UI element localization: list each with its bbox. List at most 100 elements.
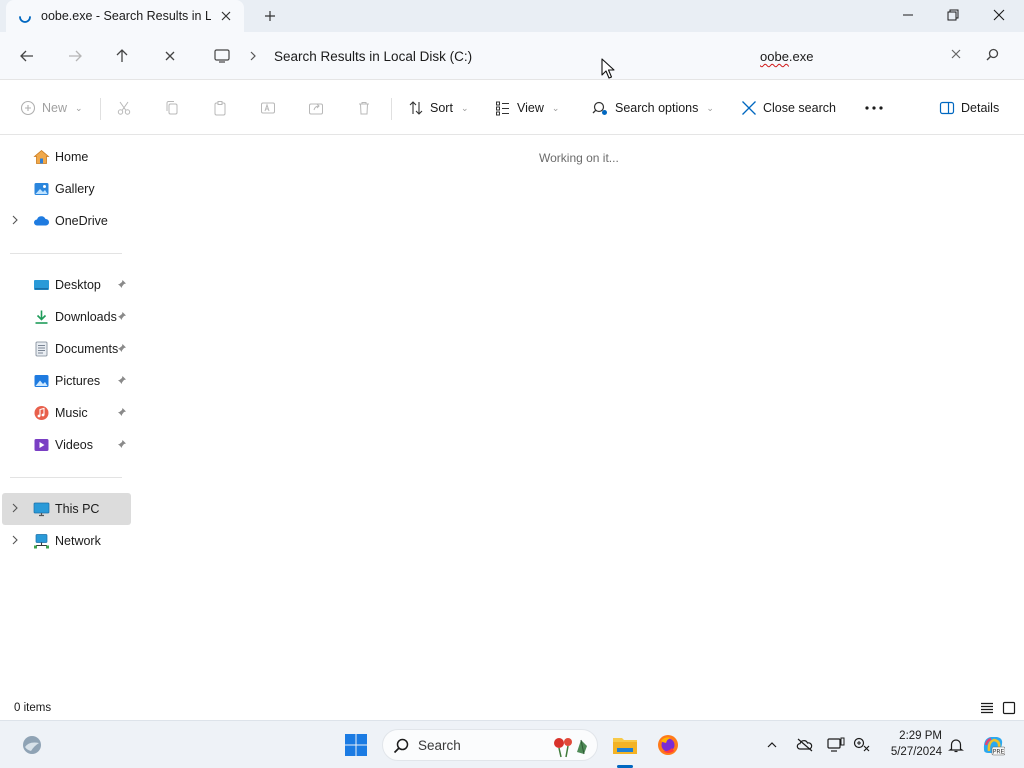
chevron-right-icon[interactable]: [248, 51, 258, 61]
sidebar-item-pictures[interactable]: Pictures: [0, 365, 131, 397]
downloads-icon: [33, 309, 50, 325]
this-pc-icon: [33, 501, 50, 517]
sidebar-item-documents[interactable]: Documents: [0, 333, 131, 365]
network-icon: [33, 533, 50, 549]
search-highlight-flowers-icon: [551, 734, 593, 758]
pin-icon[interactable]: [117, 375, 127, 385]
sidebar-item-home[interactable]: Home: [0, 141, 131, 173]
close-search-icon: [742, 101, 756, 115]
pin-icon[interactable]: [117, 311, 127, 321]
sidebar-item-downloads[interactable]: Downloads: [0, 301, 131, 333]
taskbar-search-box[interactable]: Search: [382, 729, 598, 761]
clear-search-icon[interactable]: [950, 48, 962, 60]
active-tab[interactable]: oobe.exe - Search Results in Local Disk …: [6, 0, 244, 33]
forward-button[interactable]: [65, 46, 85, 66]
svg-text:PRE: PRE: [993, 749, 1005, 756]
details-pane-icon: [939, 101, 955, 115]
sidebar-item-desktop[interactable]: Desktop: [0, 269, 131, 301]
large-icons-view-icon[interactable]: [1002, 701, 1016, 715]
more-icon: [865, 106, 883, 110]
music-icon: [33, 405, 50, 421]
restore-button[interactable]: [930, 0, 976, 30]
system-clock[interactable]: 2:29 PM 5/27/2024: [880, 728, 942, 760]
widgets-icon[interactable]: [16, 729, 48, 761]
nav-divider: [10, 477, 122, 478]
new-tab-icon[interactable]: [262, 8, 278, 24]
share-icon: [309, 103, 323, 115]
desktop-icon: [33, 277, 50, 293]
delete-button[interactable]: [356, 97, 372, 119]
firefox-icon[interactable]: [652, 729, 684, 761]
separator: [100, 98, 101, 120]
pin-icon[interactable]: [117, 407, 127, 417]
separator: [391, 98, 392, 120]
copy-button[interactable]: [164, 97, 180, 119]
sidebar-item-gallery[interactable]: Gallery: [0, 173, 131, 205]
onedrive-offline-icon[interactable]: [795, 735, 815, 755]
stop-button[interactable]: [160, 46, 180, 66]
close-search-button[interactable]: Close search: [741, 97, 836, 119]
breadcrumb[interactable]: Search Results in Local Disk (C:): [274, 49, 472, 64]
copilot-icon[interactable]: PRE: [980, 735, 1006, 756]
display-icon[interactable]: [826, 735, 846, 755]
sort-button[interactable]: Sort ⌄: [408, 97, 468, 119]
videos-icon: [33, 437, 50, 453]
taskbar: Search 2:29 PM 5/27/2024 PRE: [0, 720, 1024, 768]
scissors-icon: [117, 101, 131, 115]
new-button[interactable]: New ⌄: [20, 97, 83, 119]
trash-icon: [359, 102, 369, 115]
pin-icon[interactable]: [117, 279, 127, 289]
chevron-right-icon[interactable]: [10, 214, 20, 226]
documents-icon: [33, 341, 50, 357]
sidebar-item-videos[interactable]: Videos: [0, 429, 131, 461]
details-button[interactable]: Details: [939, 97, 999, 119]
more-options-button[interactable]: [864, 97, 884, 119]
minimize-button[interactable]: [885, 0, 931, 30]
address-row: Search Results in Local Disk (C:) oobe.e…: [0, 32, 1024, 80]
view-label: View: [517, 101, 544, 115]
rename-button[interactable]: [260, 97, 276, 119]
view-button[interactable]: View ⌄: [495, 97, 559, 119]
search-options-icon: [592, 101, 607, 115]
paste-icon: [214, 101, 226, 116]
up-button[interactable]: [112, 46, 132, 66]
sidebar-item-network[interactable]: Network: [0, 525, 131, 557]
share-button[interactable]: [308, 97, 324, 119]
back-button[interactable]: [17, 46, 37, 66]
paste-button[interactable]: [212, 97, 228, 119]
start-windows-icon[interactable]: [340, 729, 372, 761]
tab-title: oobe.exe - Search Results in Local Disk …: [41, 9, 211, 23]
details-view-icon[interactable]: [980, 701, 994, 715]
sidebar-item-this-pc[interactable]: This PC: [2, 493, 131, 525]
search-input[interactable]: oobe.exe: [760, 49, 814, 64]
clock-date: 5/27/2024: [890, 746, 942, 758]
view-list-icon: [496, 101, 509, 116]
sidebar-item-onedrive[interactable]: OneDrive: [0, 205, 131, 237]
sidebar-item-music[interactable]: Music: [0, 397, 131, 429]
chevron-up-icon[interactable]: [762, 735, 782, 755]
tab-close-icon[interactable]: [218, 8, 234, 24]
search-icon[interactable]: [986, 48, 999, 61]
chevron-right-icon[interactable]: [10, 502, 20, 514]
mouse-pointer-icon: [601, 58, 615, 80]
chevron-right-icon[interactable]: [10, 534, 20, 546]
sort-label: Sort: [430, 101, 453, 115]
home-icon: [33, 149, 50, 165]
details-label: Details: [961, 101, 1000, 115]
notification-bell-icon[interactable]: [946, 735, 966, 755]
cut-button[interactable]: [116, 97, 132, 119]
copy-icon: [166, 101, 178, 115]
network-status-icon[interactable]: [852, 735, 872, 755]
item-count: 0 items: [14, 702, 52, 714]
address-bar[interactable]: Search Results in Local Disk (C:): [204, 40, 734, 72]
search-box[interactable]: oobe.exe: [746, 40, 1014, 72]
pin-icon[interactable]: [117, 343, 127, 353]
pictures-icon: [33, 373, 50, 389]
file-explorer-icon[interactable]: [609, 729, 641, 761]
search-options-button[interactable]: Search options ⌄: [592, 97, 714, 119]
pin-icon[interactable]: [117, 439, 127, 449]
loading-spinner-icon: [18, 10, 32, 24]
computer-icon: [214, 49, 230, 63]
close-window-button[interactable]: [976, 0, 1022, 30]
status-bar: 0 items: [0, 698, 1024, 720]
